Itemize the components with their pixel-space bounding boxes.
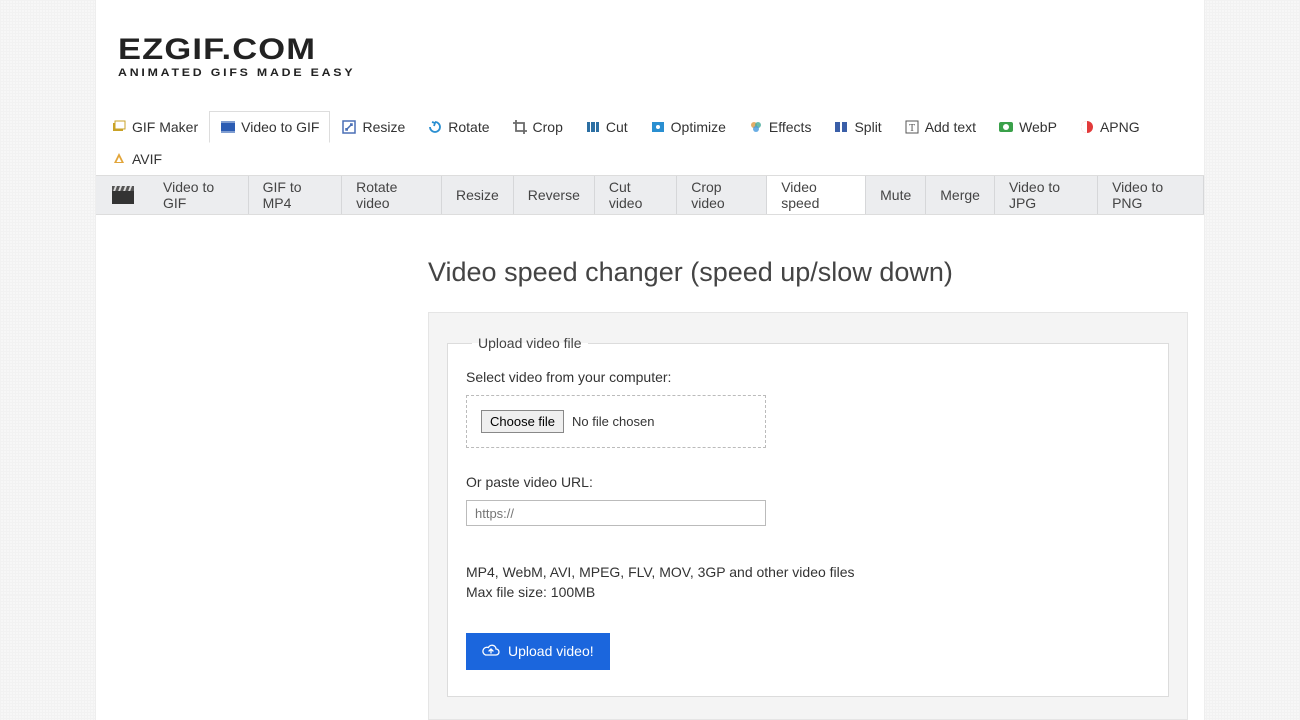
nav-optimize[interactable]: Optimize bbox=[639, 111, 737, 143]
nav-crop[interactable]: Crop bbox=[501, 111, 574, 143]
subnav-reverse[interactable]: Reverse bbox=[514, 176, 595, 214]
nav-label: AVIF bbox=[132, 151, 162, 167]
formats-text: MP4, WebM, AVI, MPEG, FLV, MOV, 3GP and … bbox=[466, 562, 1150, 582]
nav-label: Optimize bbox=[671, 119, 726, 135]
nav-label: Resize bbox=[362, 119, 405, 135]
split-icon bbox=[833, 119, 849, 135]
svg-text:T: T bbox=[909, 123, 915, 134]
nav-label: Split bbox=[854, 119, 881, 135]
nav-label: Add text bbox=[925, 119, 976, 135]
cloud-upload-icon bbox=[482, 643, 500, 660]
resize-icon bbox=[341, 119, 357, 135]
nav-label: GIF Maker bbox=[132, 119, 198, 135]
nav-label: Effects bbox=[769, 119, 812, 135]
text-icon: T bbox=[904, 119, 920, 135]
max-size-text: Max file size: 100MB bbox=[466, 582, 1150, 602]
nav-split[interactable]: Split bbox=[822, 111, 892, 143]
site-logo[interactable]: EZGIF.COM ANIMATED GIFS MADE EASY bbox=[96, 0, 1204, 79]
nav-resize[interactable]: Resize bbox=[330, 111, 416, 143]
nav-video-to-gif[interactable]: Video to GIF bbox=[209, 111, 330, 143]
subnav-video-speed[interactable]: Video speed bbox=[766, 176, 866, 214]
subnav-cut-video[interactable]: Cut video bbox=[595, 176, 677, 214]
optimize-icon bbox=[650, 119, 666, 135]
nav-label: Video to GIF bbox=[241, 119, 319, 135]
cut-icon bbox=[585, 119, 601, 135]
upload-video-button[interactable]: Upload video! bbox=[466, 633, 610, 670]
nav-apng[interactable]: APNG bbox=[1068, 111, 1151, 143]
crop-icon bbox=[512, 119, 528, 135]
fieldset-legend: Upload video file bbox=[472, 335, 588, 351]
upload-panel: Upload video file Select video from your… bbox=[428, 312, 1188, 720]
url-label: Or paste video URL: bbox=[466, 474, 1150, 490]
nav-label: WebP bbox=[1019, 119, 1057, 135]
file-dropzone[interactable]: Choose file No file chosen bbox=[466, 395, 766, 448]
nav-add-text[interactable]: T Add text bbox=[893, 111, 987, 143]
subnav-rotate-video[interactable]: Rotate video bbox=[342, 176, 442, 214]
upload-button-label: Upload video! bbox=[508, 643, 594, 659]
nav-rotate[interactable]: Rotate bbox=[416, 111, 500, 143]
subnav-crop-video[interactable]: Crop video bbox=[677, 176, 767, 214]
subnav-merge[interactable]: Merge bbox=[926, 176, 995, 214]
apng-icon bbox=[1079, 119, 1095, 135]
subnav-video-to-gif[interactable]: Video to GIF bbox=[149, 176, 249, 214]
film-icon bbox=[220, 119, 236, 135]
nav-gif-maker[interactable]: GIF Maker bbox=[100, 111, 209, 143]
upload-fieldset: Upload video file Select video from your… bbox=[447, 335, 1169, 697]
avif-icon bbox=[111, 151, 127, 167]
subnav-video-to-png[interactable]: Video to PNG bbox=[1098, 176, 1204, 214]
select-file-label: Select video from your computer: bbox=[466, 369, 1150, 385]
nav-effects[interactable]: Effects bbox=[737, 111, 823, 143]
subnav-video-to-jpg[interactable]: Video to JPG bbox=[995, 176, 1098, 214]
effects-icon bbox=[748, 119, 764, 135]
layers-icon bbox=[111, 119, 127, 135]
nav-label: APNG bbox=[1100, 119, 1140, 135]
subnav-mute[interactable]: Mute bbox=[866, 176, 926, 214]
format-hint: MP4, WebM, AVI, MPEG, FLV, MOV, 3GP and … bbox=[466, 562, 1150, 603]
nav-label: Cut bbox=[606, 119, 628, 135]
choose-file-button[interactable]: Choose file bbox=[481, 410, 564, 433]
page-title: Video speed changer (speed up/slow down) bbox=[96, 257, 1204, 288]
clapperboard-icon bbox=[96, 176, 149, 214]
nav-webp[interactable]: WebP bbox=[987, 111, 1068, 143]
rotate-icon bbox=[427, 119, 443, 135]
nav-cut[interactable]: Cut bbox=[574, 111, 639, 143]
webp-icon bbox=[998, 119, 1014, 135]
video-url-input[interactable] bbox=[466, 500, 766, 526]
secondary-nav: Video to GIFGIF to MP4Rotate videoResize… bbox=[96, 175, 1204, 215]
nav-avif[interactable]: AVIF bbox=[100, 143, 173, 175]
subnav-resize[interactable]: Resize bbox=[442, 176, 514, 214]
primary-nav: GIF Maker Video to GIF Resize Rotate Crop Cut… bbox=[96, 111, 1204, 175]
nav-label: Crop bbox=[533, 119, 563, 135]
logo-main-text: EZGIF.COM bbox=[118, 35, 1300, 65]
file-status-text: No file chosen bbox=[572, 414, 654, 429]
logo-subtitle: ANIMATED GIFS MADE EASY bbox=[118, 67, 1300, 79]
subnav-gif-to-mp4[interactable]: GIF to MP4 bbox=[249, 176, 343, 214]
nav-label: Rotate bbox=[448, 119, 489, 135]
